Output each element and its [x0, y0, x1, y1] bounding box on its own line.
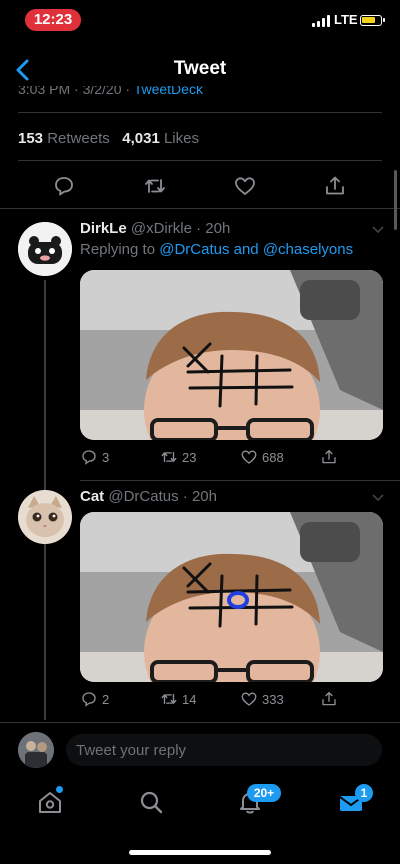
status-bar: 12:23 LTE: [0, 0, 400, 42]
user-handle[interactable]: @xDirkle: [131, 220, 192, 237]
retweet-icon: [161, 451, 177, 463]
tweet-action-bar: [0, 170, 400, 202]
replying-to: Replying to @DrCatus and @chaselyons: [80, 241, 353, 258]
retweet-button[interactable]: 14: [160, 690, 196, 708]
retweet-icon: [161, 693, 177, 705]
like-button[interactable]: 333: [240, 690, 284, 708]
reply-icon: [82, 692, 96, 707]
reply-action-bar: 2 14 333: [80, 690, 340, 712]
status-time: 12:23: [25, 9, 81, 31]
retweet-count: 14: [182, 691, 197, 707]
chevron-down-icon[interactable]: [372, 494, 384, 502]
share-icon: [322, 691, 336, 706]
reply-composer: [18, 732, 382, 768]
photo-forehead-tictactoe: [80, 270, 383, 440]
divider: [0, 208, 400, 209]
reply-input[interactable]: [66, 734, 382, 766]
reply-media-image[interactable]: [80, 270, 383, 440]
share-icon[interactable]: [323, 174, 347, 198]
scrollbar[interactable]: [394, 170, 397, 230]
likes-count[interactable]: 4,031: [122, 130, 160, 147]
avatar[interactable]: [18, 222, 72, 276]
bottom-tab-bar: 20+ 1: [0, 776, 400, 832]
like-button[interactable]: 688: [240, 448, 284, 466]
search-icon[interactable]: [137, 788, 165, 816]
retweet-icon[interactable]: [143, 174, 167, 198]
mentions-link[interactable]: @DrCatus and @chaselyons: [159, 241, 353, 258]
signal-icon: [312, 15, 330, 27]
share-icon: [322, 449, 336, 464]
likes-label[interactable]: Likes: [164, 130, 199, 147]
display-name[interactable]: Cat: [80, 488, 104, 505]
divider: [80, 480, 400, 481]
tweet-datetime: 3:03 PM · 3/2/20 ·: [18, 86, 131, 97]
like-count: 688: [262, 449, 284, 465]
network-type: LTE: [334, 12, 358, 27]
battery-icon: [360, 15, 385, 26]
divider: [0, 722, 400, 723]
like-count: 333: [262, 691, 284, 707]
reply-time: 20h: [205, 220, 231, 237]
chevron-down-icon[interactable]: [372, 226, 384, 234]
photo-forehead-tictactoe-move: [80, 512, 383, 682]
reply-action-bar: 3 23 688: [80, 448, 340, 470]
divider: [18, 160, 382, 161]
reply-count: 2: [102, 691, 110, 707]
tweet-source[interactable]: TweetDeck: [134, 86, 203, 97]
reply-header: Cat @DrCatus · 20h: [80, 488, 217, 505]
reply-button[interactable]: 3: [80, 448, 109, 466]
avatar[interactable]: [18, 490, 72, 544]
avatar[interactable]: [18, 732, 54, 768]
reply-count: 3: [102, 449, 110, 465]
reply-icon: [82, 450, 96, 465]
page-title: Tweet: [173, 58, 227, 79]
reply-header: DirkLe @xDirkle · 20h: [80, 220, 231, 237]
messages-badge: 1: [355, 784, 373, 802]
reply-button[interactable]: 2: [80, 690, 109, 708]
display-name[interactable]: DirkLe: [80, 220, 127, 237]
tweet-timestamp: 3:03 PM · 3/2/20 · TweetDeck: [18, 86, 278, 98]
home-indicator[interactable]: [129, 850, 271, 855]
notifications-badge: 20+: [247, 784, 281, 802]
reply-icon[interactable]: [52, 174, 76, 198]
like-heart-icon[interactable]: [233, 174, 257, 198]
share-button[interactable]: [320, 448, 338, 466]
retweet-count: 23: [182, 449, 197, 465]
user-handle[interactable]: @DrCatus: [108, 488, 178, 505]
retweets-count[interactable]: 153: [18, 130, 43, 147]
reply-time: 20h: [191, 488, 217, 505]
cat-avatar-icon: [18, 490, 72, 544]
tweet-stats: 153 Retweets 4,031 Likes: [18, 130, 199, 147]
share-button[interactable]: [320, 690, 338, 708]
replying-prefix: Replying to: [80, 241, 156, 258]
retweet-button[interactable]: 23: [160, 448, 196, 466]
reply-media-image[interactable]: [80, 512, 383, 682]
like-heart-icon: [241, 692, 257, 706]
divider: [18, 112, 382, 113]
like-heart-icon: [241, 450, 257, 464]
bear-avatar-icon: [18, 222, 72, 276]
unread-dot: [56, 786, 63, 793]
user-avatar-icon: [18, 732, 54, 768]
retweets-label[interactable]: Retweets: [47, 130, 110, 147]
